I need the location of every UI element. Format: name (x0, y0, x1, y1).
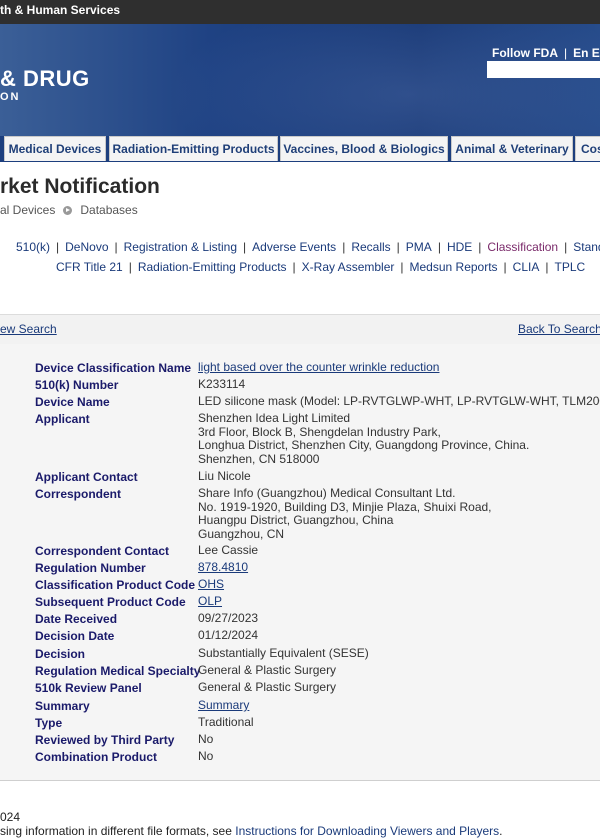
page-title: rket Notification (0, 175, 160, 198)
db-link-medsun-reports[interactable]: Medsun Reports (410, 260, 498, 274)
field-label: Subsequent Product Code (35, 595, 186, 609)
main-nav-tabs: Medical Devices Radiation-Emitting Produ… (0, 136, 600, 162)
device-classification-link[interactable]: light based over the counter wrinkle red… (198, 360, 439, 374)
header-separator: | (564, 46, 568, 60)
field-label: Applicant (35, 412, 90, 426)
back-to-search-link[interactable]: Back To Search (518, 322, 600, 336)
breadcrumb-arrow-icon (63, 206, 73, 215)
field-label: Correspondent (35, 487, 122, 501)
field-label: Decision Date (35, 629, 115, 643)
field-value: Shenzhen Idea Light Limited 3rd Floor, B… (198, 411, 530, 466)
db-link-registration-listing[interactable]: Registration & Listing (124, 240, 237, 254)
db-link-hde[interactable]: HDE (447, 240, 472, 254)
field-label: Date Received (35, 612, 118, 626)
address-line: Longhua District, Shenzhen City, Guangdo… (198, 438, 530, 452)
address-line: Huangpu District, Guangzhou, China (198, 513, 394, 527)
field-value: K233114 (198, 377, 246, 391)
field-value: light based over the counter wrinkle red… (198, 360, 439, 375)
field-value: OHS (198, 577, 224, 592)
search-nav-bar: ew Search Back To Search (0, 314, 600, 346)
database-links-row-2: CFR Title 21 | Radiation-Emitting Products… (56, 260, 586, 274)
field-value: Traditional (198, 715, 254, 729)
product-code-link[interactable]: OHS (198, 577, 224, 591)
field-label: Regulation Medical Specialty (35, 664, 201, 678)
field-label: Regulation Number (35, 561, 146, 575)
fda-logo-subtitle: ON (0, 91, 21, 103)
db-link-tplc[interactable]: TPLC (554, 260, 585, 274)
footer-note: sing information in different file forma… (0, 824, 503, 838)
db-link-cfr-title-21[interactable]: CFR Title 21 (56, 260, 123, 274)
tab-radiation-emitting-products[interactable]: Radiation-Emitting Products (109, 136, 278, 161)
new-search-link[interactable]: ew Search (0, 322, 57, 336)
footer-note-text: sing information in different file forma… (0, 824, 236, 838)
field-label: 510k Review Panel (35, 681, 142, 695)
db-link-xray-assembler[interactable]: X-Ray Assembler (302, 260, 395, 274)
field-value: 01/12/2024 (198, 628, 259, 642)
field-label: Device Classification Name (35, 361, 192, 375)
field-label: Decision (35, 647, 86, 661)
field-value: No (198, 732, 214, 746)
breadcrumb-medical-devices[interactable]: al Devices (0, 203, 55, 217)
language-link[interactable]: En E (573, 46, 600, 60)
field-value: Lee Cassie (198, 543, 259, 557)
field-value: Share Info (Guangzhou) Medical Consultan… (198, 486, 492, 541)
field-value: 878.4810 (198, 560, 248, 575)
footer-date: 024 (0, 810, 21, 824)
field-label: Combination Product (35, 750, 157, 764)
follow-language-links: Follow FDA | En E (492, 46, 600, 60)
regulation-number-link[interactable]: 878.4810 (198, 560, 248, 574)
follow-fda-link[interactable]: Follow FDA (492, 46, 558, 60)
db-link-pma[interactable]: PMA (406, 240, 432, 254)
db-link-clia[interactable]: CLIA (513, 260, 540, 274)
field-value: No (198, 749, 214, 763)
field-value: Substantially Equivalent (SESE) (198, 646, 369, 660)
summary-link[interactable]: Summary (198, 698, 249, 712)
field-value: 09/27/2023 (198, 611, 259, 625)
tab-cosmetics[interactable]: Cos (575, 136, 600, 161)
field-value: Liu Nicole (198, 469, 251, 483)
db-link-standards[interactable]: Standar (573, 240, 600, 254)
breadcrumb: al Devices Databases (0, 203, 138, 217)
db-link-recalls[interactable]: Recalls (351, 240, 390, 254)
tab-animal-veterinary[interactable]: Animal & Veterinary (451, 136, 573, 161)
field-label: Classification Product Code (35, 578, 196, 592)
field-label: Device Name (35, 395, 110, 409)
field-label: Correspondent Contact (35, 544, 170, 558)
address-line: Shenzhen, CN 518000 (198, 451, 320, 466)
field-label: Reviewed by Third Party (35, 733, 175, 747)
site-banner: & DRUG ON Follow FDA | En E (0, 24, 600, 136)
address-line: No. 1919-1920, Building D3, Minjie Plaza… (198, 499, 492, 514)
db-link-radiation-emitting[interactable]: Radiation-Emitting Products (138, 260, 287, 274)
field-label: Type (35, 716, 63, 730)
banner-decoration (150, 24, 600, 136)
field-value: LED silicone mask (Model: LP-RVTGLWP-WHT… (198, 394, 600, 408)
db-link-denovo[interactable]: DeNovo (65, 240, 108, 254)
field-value: OLP (198, 594, 222, 609)
top-agency-bar: th & Human Services (0, 0, 600, 24)
db-link-510k[interactable]: 510(k) (16, 240, 50, 254)
field-label: 510(k) Number (35, 378, 119, 392)
address-line: Share Info (Guangzhou) Medical Consultan… (198, 486, 456, 500)
viewers-players-link[interactable]: Instructions for Downloading Viewers and… (235, 824, 499, 838)
subsequent-product-code-link[interactable]: OLP (198, 594, 222, 608)
agency-name[interactable]: th & Human Services (0, 0, 120, 20)
site-search-input[interactable] (487, 61, 600, 78)
field-value: General & Plastic Surgery (198, 680, 337, 694)
db-link-classification[interactable]: Classification (487, 240, 558, 254)
address-line: Shenzhen Idea Light Limited (198, 411, 351, 425)
field-label: Applicant Contact (35, 470, 138, 484)
address-line: 3rd Floor, Block B, Shengdelan Industry … (198, 424, 441, 439)
tab-medical-devices[interactable]: Medical Devices (4, 136, 106, 161)
breadcrumb-databases[interactable]: Databases (80, 203, 137, 217)
fda-logo[interactable]: & DRUG (0, 66, 90, 92)
db-link-adverse-events[interactable]: Adverse Events (252, 240, 336, 254)
database-links-row-1: 510(k) | DeNovo | Registration & Listing | Adv… (16, 240, 600, 254)
tab-vaccines-blood-biologics[interactable]: Vaccines, Blood & Biologics (280, 136, 448, 161)
field-label: Summary (35, 699, 90, 713)
field-value: Summary (198, 698, 249, 713)
record-details: Device Classification Name light based o… (0, 344, 600, 781)
address-line: Guangzhou, CN (198, 526, 285, 541)
field-value: General & Plastic Surgery (198, 663, 337, 677)
